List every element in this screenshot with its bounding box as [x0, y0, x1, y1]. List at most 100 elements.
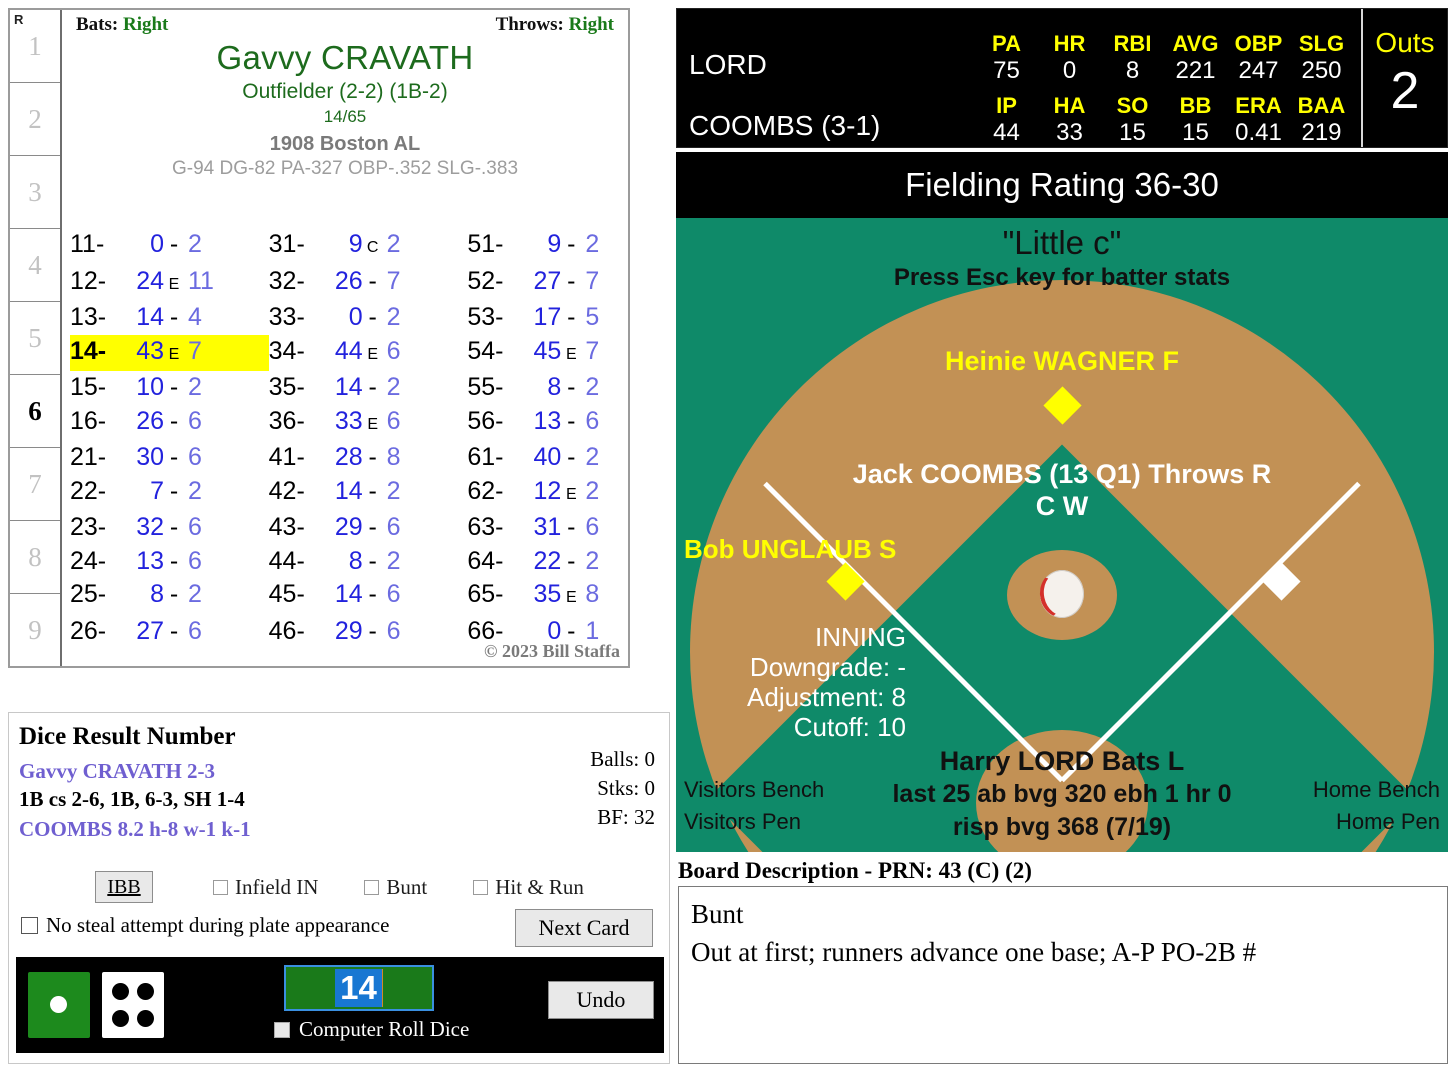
dice-result-53[interactable]: 53- 17-5: [467, 301, 666, 335]
inning-cell-2[interactable]: 2: [10, 83, 60, 156]
checkbox-icon[interactable]: [213, 879, 228, 895]
dice-result-41[interactable]: 41- 28-8: [269, 441, 468, 475]
inning-cell-5[interactable]: 5: [10, 302, 60, 375]
shortstop-name[interactable]: Heinie WAGNER F: [676, 346, 1448, 377]
home-pen-link[interactable]: Home Pen: [1313, 806, 1440, 838]
checkbox-icon[interactable]: [21, 917, 38, 934]
dice-result-field[interactable]: 14: [284, 965, 434, 1011]
undo-button[interactable]: Undo: [548, 981, 654, 1019]
scoreboard-col-slg: SLG 250: [1290, 31, 1353, 85]
dice-result-24[interactable]: 24- 13-6: [70, 545, 269, 579]
dice-result-flag: -: [368, 373, 377, 401]
dice-result-key: 64-: [467, 546, 504, 575]
dice-result-13[interactable]: 13- 14-4: [70, 301, 269, 335]
no-steal-checkbox[interactable]: No steal attempt during plate appearance: [21, 913, 389, 938]
inning-cell-6-active[interactable]: 6: [10, 375, 60, 448]
dice-result-44[interactable]: 44- 8-2: [269, 545, 468, 579]
dice-result-grid: 11- 0-2 31- 9 C 2 51- 9-2 12- 24 E 11 32- 26-7 52- 27-7…: [70, 228, 666, 648]
ibb-button[interactable]: IBB: [95, 871, 153, 903]
dice-result-25[interactable]: 25- 8-2: [70, 578, 269, 615]
inning-cell-9[interactable]: 9: [10, 594, 60, 666]
next-card-button[interactable]: Next Card: [515, 909, 653, 947]
dice-result-63[interactable]: 63- 31-6: [467, 511, 666, 545]
dice-result-flag: -: [567, 266, 576, 295]
outs-value: 2: [1390, 62, 1420, 120]
pitcher-name-block[interactable]: Jack COOMBS (13 Q1) Throws R C W: [676, 458, 1448, 522]
visitors-bench-link[interactable]: Visitors Bench: [684, 774, 824, 806]
dice-result-primary: 26: [136, 406, 164, 435]
home-links[interactable]: Home Bench Home Pen: [1313, 774, 1440, 838]
dice-result-55[interactable]: 55- 8-2: [467, 371, 666, 405]
dice-result-61[interactable]: 61- 40-2: [467, 441, 666, 475]
dice-result-flag: -: [169, 580, 179, 608]
dice-result-62[interactable]: 62- 12 E 2: [467, 475, 666, 512]
dice-result-key: 44-: [268, 546, 305, 575]
dice-result-54[interactable]: 54- 45 E 7: [467, 335, 666, 372]
dice-result-11[interactable]: 11- 0-2: [70, 228, 269, 265]
inning-cell-4[interactable]: 4: [10, 229, 60, 302]
bats-label: Bats:: [76, 14, 119, 35]
dice-result-21[interactable]: 21- 30-6: [70, 441, 269, 475]
scoreboard-stat-value: 15: [1182, 119, 1209, 146]
dice-batter-detail: 1B cs 2-6, 1B, 6-3, SH 1-4: [19, 787, 245, 811]
inning-cell-3[interactable]: 3: [10, 156, 60, 229]
baseball-field[interactable]: "Little c" Press Esc key for batter stat…: [676, 218, 1448, 852]
dice-result-secondary: 6: [585, 513, 600, 541]
dice-result-secondary: 5: [585, 303, 600, 331]
dice-result-65[interactable]: 65- 35 E 8: [467, 578, 666, 615]
dice-result-flag: E: [367, 415, 378, 433]
dice-result-64[interactable]: 64- 22-2: [467, 545, 666, 579]
dice-result-32[interactable]: 32- 26-7: [269, 265, 468, 302]
green-die[interactable]: [28, 972, 90, 1038]
dice-result-primary: 45: [533, 336, 562, 365]
dice-result-35[interactable]: 35- 14-2: [269, 371, 468, 405]
field-batter-name[interactable]: Harry LORD Bats L: [676, 746, 1448, 777]
checkbox-icon[interactable]: [274, 1021, 290, 1038]
dice-result-secondary: 6: [188, 513, 202, 541]
dice-result-42[interactable]: 42- 14-2: [269, 475, 468, 512]
dice-result-56[interactable]: 56- 13-6: [467, 405, 666, 442]
dice-result-23[interactable]: 23- 32-6: [70, 511, 269, 545]
die-pip: [112, 1010, 129, 1027]
dice-result-51[interactable]: 51- 9-2: [467, 228, 666, 265]
white-die[interactable]: [102, 972, 164, 1038]
dice-result-43[interactable]: 43- 29-6: [269, 511, 468, 545]
dice-result-15[interactable]: 15- 10-2: [70, 371, 269, 405]
third-baseman-name[interactable]: Bob UNGLAUB S: [684, 534, 896, 565]
dice-result-flag: E: [367, 345, 378, 363]
dice-result-12[interactable]: 12- 24 E 11: [70, 265, 269, 302]
infield-in-checkbox[interactable]: Infield IN: [213, 875, 318, 900]
scoreboard-stat-header: PA: [992, 31, 1021, 56]
dice-result-45[interactable]: 45- 14-6: [269, 578, 468, 615]
no-steal-label: No steal attempt during plate appearance: [46, 913, 390, 937]
visitors-pen-link[interactable]: Visitors Pen: [684, 806, 824, 838]
dice-result-34[interactable]: 34- 44 E 6: [269, 335, 468, 372]
checkbox-icon[interactable]: [473, 879, 489, 895]
scoreboard-stat-value: 247: [1238, 57, 1279, 84]
dice-result-31[interactable]: 31- 9 C 2: [269, 228, 468, 265]
scoreboard-pitcher-stats: IP 44 HA 33 SO 15 BB 15 ERA 0.41 BAA 219: [975, 93, 1353, 147]
inning-cell-7[interactable]: 7: [10, 448, 60, 521]
scoreboard-stat-value: 0.41: [1235, 119, 1282, 146]
dice-result-46[interactable]: 46- 29-6: [269, 615, 468, 649]
dice-result-key: 54-: [467, 336, 504, 365]
dice-result-26[interactable]: 26- 27-6: [70, 615, 269, 649]
dice-result-primary: 22: [533, 546, 562, 575]
dice-result-flag: -: [169, 406, 179, 435]
hit-and-run-checkbox[interactable]: Hit & Run: [473, 875, 584, 900]
dice-pitcher-line: COOMBS 8.2 h-8 w-1 k-1: [19, 817, 251, 841]
scoreboard-stat-header: OBP: [1234, 31, 1283, 56]
dice-result-key: 45-: [268, 580, 305, 608]
dice-result-16[interactable]: 16- 26-6: [70, 405, 269, 442]
dice-result-22[interactable]: 22- 7-2: [70, 475, 269, 512]
checkbox-icon[interactable]: [364, 879, 380, 895]
bunt-checkbox[interactable]: Bunt: [364, 875, 427, 900]
dice-result-52[interactable]: 52- 27-7: [467, 265, 666, 302]
dice-result-14[interactable]: 14- 43 E 7: [70, 334, 269, 371]
home-bench-link[interactable]: Home Bench: [1313, 774, 1440, 806]
inning-cell-8[interactable]: 8: [10, 521, 60, 594]
visitors-links[interactable]: Visitors Bench Visitors Pen: [684, 774, 824, 838]
dice-result-36[interactable]: 36- 33 E 6: [269, 405, 468, 442]
computer-roll-dice-checkbox[interactable]: Computer Roll Dice: [274, 1017, 469, 1042]
dice-result-33[interactable]: 33- 0-2: [269, 301, 468, 335]
